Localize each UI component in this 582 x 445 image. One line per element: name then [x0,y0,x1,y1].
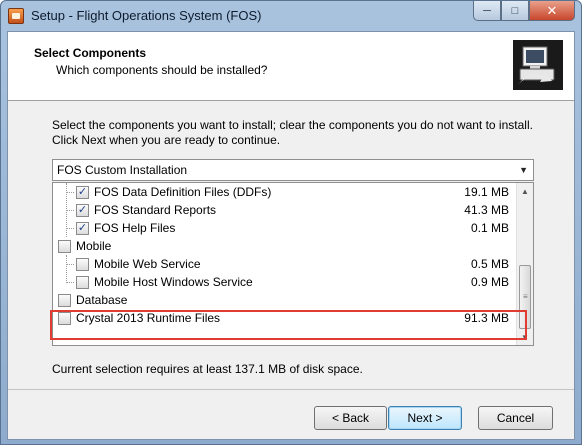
close-button[interactable]: ✕ [529,1,575,21]
component-checkbox[interactable]: ✓ [76,204,89,217]
setup-window: Setup - Flight Operations System (FOS) ─… [0,0,582,445]
wizard-header: Select Components Which components shoul… [8,32,574,101]
chevron-down-icon[interactable]: ▼ [519,165,528,175]
component-label: FOS Standard Reports [94,203,217,217]
component-size: 19.1 MB [464,185,509,199]
maximize-button[interactable]: □ [501,1,529,21]
component-label: FOS Data Definition Files (DDFs) [94,185,272,199]
grip-icon: ≡ [523,292,528,301]
component-checkbox[interactable]: ✓ [76,222,89,235]
setup-type-value: FOS Custom Installation [57,163,188,177]
list-item[interactable]: ✓ FOS Standard Reports 41.3 MB [53,201,517,219]
minimize-icon: ─ [483,4,491,17]
component-checkbox[interactable] [76,258,89,271]
setup-app-icon [8,8,24,24]
component-size: 41.3 MB [464,203,509,217]
disk-space-text: Current selection requires at least 137.… [52,362,363,376]
instructions-text: Select the components you want to instal… [52,118,533,147]
wizard-body: Select Components Which components shoul… [7,31,575,440]
page-title: Select Components [34,46,147,60]
computer-install-icon [513,40,563,90]
scroll-up-icon[interactable]: ▲ [517,183,533,199]
component-label: Mobile [76,239,112,253]
next-button[interactable]: Next > [388,406,462,430]
list-item[interactable]: Mobile Web Service 0.5 MB [53,255,517,273]
back-button[interactable]: < Back [314,406,387,430]
close-icon: ✕ [546,2,558,18]
component-size: 0.1 MB [470,221,509,235]
component-checkbox[interactable]: ✓ [76,186,89,199]
component-checkbox[interactable] [76,276,89,289]
window-controls: ─ □ ✕ [473,1,575,21]
component-size: 0.9 MB [470,275,509,289]
list-item[interactable]: ✓ FOS Help Files 0.1 MB [53,219,517,237]
component-label: Mobile Web Service [94,257,201,271]
component-label: Mobile Host Windows Service [94,275,253,289]
component-label: FOS Help Files [94,221,176,235]
title-bar[interactable]: Setup - Flight Operations System (FOS) ─… [1,1,581,31]
cancel-button[interactable]: Cancel [478,406,553,430]
list-item[interactable]: Database [53,291,517,309]
divider [8,389,574,390]
page-subtitle: Which components should be installed? [56,63,268,77]
component-label: Database [76,293,128,307]
setup-type-select[interactable]: FOS Custom Installation ▼ [52,159,534,181]
component-checkbox[interactable] [58,240,71,253]
list-item[interactable]: Mobile [53,237,517,255]
list-item[interactable]: ✓ FOS Data Definition Files (DDFs) 19.1 … [53,183,517,201]
list-item[interactable]: Mobile Host Windows Service 0.9 MB [53,273,517,291]
component-size: 0.5 MB [470,257,509,271]
maximize-icon: □ [511,4,519,17]
highlight-annotation [50,310,527,340]
minimize-button[interactable]: ─ [473,1,501,21]
window-title: Setup - Flight Operations System (FOS) [31,8,262,23]
component-checkbox[interactable] [58,294,71,307]
